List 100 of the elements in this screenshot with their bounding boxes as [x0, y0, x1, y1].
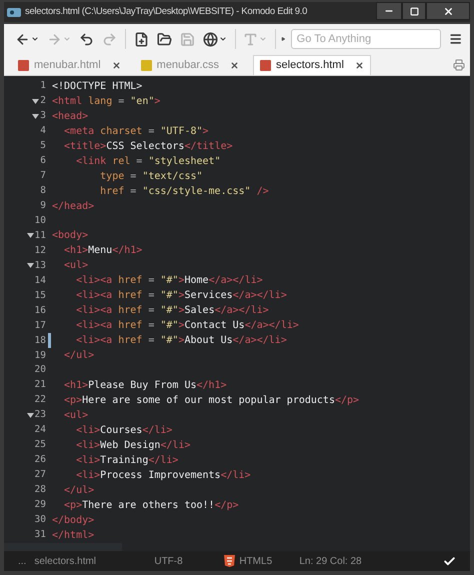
status-cursor-position: Ln: 29 Col: 28 — [299, 554, 362, 568]
file-tab[interactable]: selectors.html — [253, 55, 371, 75]
new-file-icon — [134, 32, 149, 46]
code-line: </html> — [52, 528, 94, 542]
code-line: <p>There are others too!!</p> — [63, 498, 239, 512]
line-number: 6 — [40, 154, 46, 168]
code-line: <li><a href = "#">Sales</a></li> — [75, 304, 269, 318]
tab-label: menubar.html — [34, 58, 101, 73]
line-number: 25 — [34, 438, 46, 452]
caret-icon — [259, 35, 268, 43]
code-line: </ul> — [63, 484, 94, 498]
code-line: <h1>Menu</h1> — [63, 244, 142, 258]
code-line: <ul> — [63, 259, 88, 274]
code-line: <link rel = "stylesheet" — [75, 155, 221, 169]
code-line: <li><a href = "#">Home</a></li> — [75, 274, 263, 288]
close-icon[interactable] — [230, 60, 240, 70]
code-line: <ul> — [63, 408, 88, 422]
line-number: 23 — [34, 408, 46, 422]
line-number: 28 — [34, 482, 46, 497]
globe-icon — [202, 32, 218, 46]
code-line: </head> — [52, 200, 94, 214]
minimize-button[interactable] — [376, 2, 402, 20]
close-button[interactable] — [426, 2, 470, 20]
printer-icon[interactable] — [453, 59, 465, 71]
file-tab[interactable]: menubar.css — [134, 55, 246, 75]
line-number: 17 — [34, 318, 46, 333]
line-number: 13 — [34, 258, 46, 273]
code-line: <html lang = "en"> — [52, 95, 160, 109]
undo-icon — [79, 32, 94, 46]
tab-label: menubar.css — [156, 58, 220, 73]
code-line: <li><a href = "#">About Us</a></li> — [75, 334, 287, 348]
css-file-icon — [140, 60, 152, 70]
code-line: <p>Here are some of our most popular products</p> — [63, 394, 360, 408]
line-number: 29 — [34, 498, 46, 512]
line-number: 30 — [34, 512, 46, 527]
status-encoding[interactable]: UTF-8 — [154, 554, 224, 568]
font-icon — [243, 32, 258, 46]
close-icon[interactable] — [112, 60, 121, 70]
line-number: 18 — [34, 334, 46, 348]
maximize-button[interactable] — [402, 2, 426, 20]
line-number: 10 — [34, 214, 46, 228]
code-line: <body> — [52, 229, 88, 244]
line-number: 26 — [34, 452, 46, 467]
caret-icon — [63, 35, 71, 43]
line-number: 3 — [40, 109, 46, 124]
code-line: </ul> — [63, 349, 94, 364]
html-file-icon — [260, 60, 272, 71]
html-file-icon — [18, 60, 29, 70]
line-number: 16 — [34, 304, 46, 318]
fold-triangle-icon[interactable] — [26, 263, 34, 268]
search-field[interactable]: Go To Anything — [290, 29, 441, 49]
line-number: 19 — [34, 348, 46, 363]
line-number: 12 — [34, 244, 46, 258]
status-file-name: selectors.html — [34, 554, 98, 568]
fold-triangle-icon[interactable] — [26, 233, 34, 238]
caret-icon — [281, 36, 286, 42]
fold-triangle-icon[interactable] — [26, 412, 34, 418]
code-line: <li>Web Design</li> — [75, 438, 190, 452]
line-number: 27 — [34, 468, 46, 482]
line-number: 15 — [34, 288, 46, 303]
status-language[interactable]: HTML5 — [239, 554, 300, 568]
forward-arrow-icon — [47, 32, 62, 46]
close-icon[interactable] — [354, 61, 364, 70]
maximize-icon — [410, 6, 418, 16]
code-line: type = "text/css" — [99, 170, 203, 184]
code-line: <title>CSS Selectors</title> — [63, 140, 233, 154]
line-number: 20 — [34, 363, 46, 378]
code-line: <li>Process Improvements</li> — [75, 468, 251, 482]
window-title: selectors.html (C:\Users\JayTray\Desktop\WEBSITE) - Komodo Edit 9.0 — [25, 4, 308, 19]
fold-triangle-icon[interactable] — [32, 114, 40, 119]
check-icon — [443, 554, 456, 568]
line-number: 2 — [40, 94, 46, 108]
horizontal-scrollbar[interactable] — [4, 542, 122, 551]
html5-shield-icon — [224, 555, 236, 567]
code-line: <!DOCTYPE HTML> — [52, 80, 142, 94]
line-number: 14 — [34, 274, 46, 288]
line-number: 9 — [40, 199, 46, 214]
line-number: 22 — [34, 392, 46, 407]
code-line: <li>Courses</li> — [75, 424, 172, 438]
line-number: 21 — [34, 378, 46, 392]
line-number: 1 — [40, 79, 46, 94]
line-number: 11 — [34, 228, 46, 243]
line-number: 5 — [40, 139, 46, 154]
folder-icon — [156, 32, 172, 46]
line-number: 7 — [40, 169, 46, 184]
close-icon — [442, 6, 454, 16]
redo-icon — [102, 32, 117, 46]
code-line: <head> — [52, 110, 88, 124]
code-line: <li>Training</li> — [75, 454, 178, 468]
code-line: <meta charset = "UTF-8"> — [63, 125, 209, 139]
code-line: <li><a href = "#">Services</a></li> — [75, 289, 287, 304]
code-line: <li><a href = "#">Contact Us</a></li> — [75, 319, 299, 334]
file-tab[interactable]: menubar.html — [12, 55, 127, 75]
line-number: 31 — [34, 528, 46, 542]
fold-triangle-icon[interactable] — [32, 99, 40, 104]
code-line: href = "css/style-me.css" /> — [99, 185, 269, 199]
tab-label: selectors.html — [276, 58, 344, 74]
save-icon — [180, 32, 195, 46]
line-number: 8 — [40, 184, 46, 198]
code-line: </body> — [52, 514, 94, 528]
